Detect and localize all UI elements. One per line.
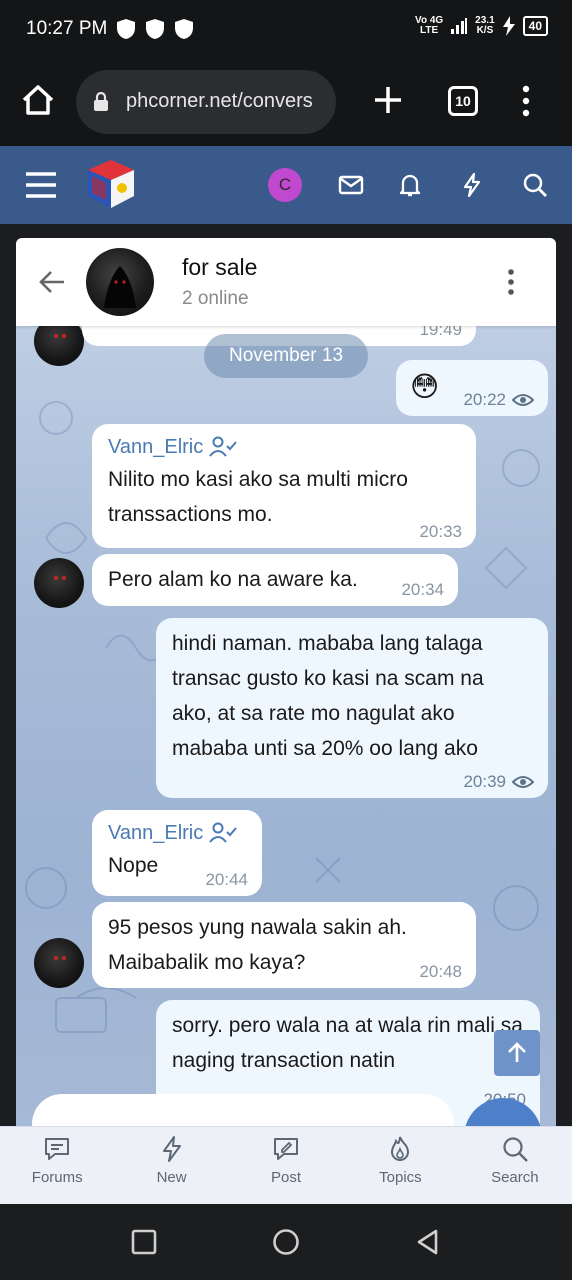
conversation-avatar[interactable] bbox=[86, 248, 154, 316]
status-bar: 10:27 PM Vo 4G LTE 23.1 K/S 40 bbox=[0, 0, 572, 58]
shield-icon bbox=[146, 19, 164, 39]
conversation-title: for sale bbox=[182, 254, 258, 280]
nav-label: Search bbox=[491, 1169, 539, 1186]
user-avatar[interactable]: C bbox=[268, 168, 302, 202]
message-meta: 20:22 bbox=[463, 390, 534, 410]
nav-post[interactable]: Post bbox=[229, 1127, 343, 1204]
post-icon bbox=[274, 1138, 299, 1160]
signal-icon bbox=[451, 18, 468, 34]
online-count: 2 online bbox=[182, 288, 249, 309]
nav-search[interactable]: Search bbox=[458, 1127, 572, 1204]
conversation-header: for sale 2 online bbox=[16, 238, 556, 326]
clock: 10:27 PM bbox=[26, 18, 108, 39]
address-bar[interactable]: phcorner.net/convers bbox=[76, 70, 336, 134]
lightning-icon bbox=[162, 1136, 181, 1162]
verified-user-icon bbox=[209, 436, 237, 457]
message-text: Pero alam ko na aware ka. bbox=[108, 568, 358, 591]
nav-label: New bbox=[156, 1169, 187, 1186]
message-text: 😳 bbox=[410, 371, 440, 402]
search-icon[interactable] bbox=[522, 172, 548, 198]
nav-forums[interactable]: Forums bbox=[0, 1127, 114, 1204]
nav-label: Post bbox=[271, 1169, 302, 1186]
bell-icon[interactable] bbox=[397, 172, 423, 198]
fire-icon bbox=[391, 1136, 410, 1161]
message-sender[interactable]: Vann_Elric bbox=[108, 818, 246, 848]
sender-avatar[interactable] bbox=[34, 558, 84, 608]
site-header: C bbox=[0, 146, 572, 224]
forums-icon bbox=[45, 1138, 70, 1160]
recents-icon[interactable] bbox=[130, 1228, 158, 1256]
url-text: phcorner.net/convers bbox=[126, 90, 313, 112]
message-bubble-incoming[interactable]: Vann_Elric Nilito mo kasi ako sa multi m… bbox=[92, 424, 476, 548]
new-tab-icon[interactable] bbox=[372, 84, 404, 116]
message-time: 20:33 bbox=[419, 522, 462, 541]
message-sender[interactable]: Vann_Elric bbox=[108, 432, 460, 462]
message-bubble-incoming[interactable]: Pero alam ko na aware ka. 20:34 bbox=[92, 554, 458, 606]
back-arrow-icon[interactable] bbox=[38, 268, 66, 296]
seen-eye-icon bbox=[512, 394, 534, 406]
message-bubble-incoming[interactable]: 95 pesos yung nawala sakin ah. Maibabali… bbox=[92, 902, 476, 988]
message-text: hindi naman. mababa lang talaga transac … bbox=[172, 632, 484, 760]
date-divider: November 13 bbox=[204, 334, 368, 378]
message-text: sorry. pero wala na at wala rin mali sa … bbox=[172, 1014, 523, 1072]
conversation-menu-icon[interactable] bbox=[506, 268, 516, 296]
search-icon bbox=[503, 1137, 528, 1162]
bottom-navigation: Forums New Post Topics Search bbox=[0, 1126, 572, 1204]
message-time: 20:34 bbox=[401, 580, 444, 599]
lock-icon bbox=[94, 92, 108, 111]
scroll-to-top-button[interactable] bbox=[494, 1030, 540, 1076]
back-triangle-icon[interactable] bbox=[414, 1228, 442, 1256]
lightning-icon[interactable] bbox=[459, 172, 485, 198]
message-time: 20:22 bbox=[463, 390, 506, 409]
home-circle-icon[interactable] bbox=[272, 1228, 300, 1256]
shield-icon bbox=[175, 19, 193, 39]
seen-eye-icon bbox=[512, 776, 534, 788]
network-speed: 23.1 K/S bbox=[475, 15, 495, 36]
battery-indicator: 40 bbox=[522, 16, 548, 36]
site-logo[interactable] bbox=[84, 156, 138, 212]
notification-icons bbox=[116, 18, 194, 40]
network-type: Vo 4G LTE bbox=[415, 15, 444, 36]
browser-toolbar: phcorner.net/convers 10 bbox=[0, 58, 572, 146]
sender-name[interactable]: Vann_Elric bbox=[108, 432, 203, 462]
android-navigation-bar bbox=[0, 1204, 572, 1280]
tab-switcher-button[interactable]: 10 bbox=[448, 86, 478, 116]
sender-avatar[interactable] bbox=[34, 938, 84, 988]
nav-label: Topics bbox=[379, 1169, 422, 1186]
message-bubble-outgoing[interactable]: hindi naman. mababa lang talaga transac … bbox=[156, 618, 548, 798]
message-text: 95 pesos yung nawala sakin ah. Maibabali… bbox=[108, 916, 407, 974]
message-bubble-outgoing[interactable]: 😳 20:22 bbox=[396, 360, 548, 416]
browser-menu-icon[interactable] bbox=[516, 84, 536, 118]
nav-label: Forums bbox=[31, 1169, 83, 1186]
message-time: 20:48 bbox=[419, 962, 462, 981]
sender-name[interactable]: Vann_Elric bbox=[108, 818, 203, 848]
message-time: 20:44 bbox=[205, 870, 248, 889]
nav-new[interactable]: New bbox=[114, 1127, 228, 1204]
message-text: Nilito mo kasi ako sa multi micro transs… bbox=[108, 468, 408, 526]
nav-topics[interactable]: Topics bbox=[343, 1127, 457, 1204]
charging-icon bbox=[502, 16, 515, 36]
hamburger-menu-icon[interactable] bbox=[24, 170, 58, 200]
shield-icon bbox=[117, 19, 135, 39]
arrow-up-icon bbox=[508, 1042, 526, 1062]
verified-user-icon bbox=[209, 822, 237, 843]
message-bubble-incoming[interactable]: Vann_Elric Nope 20:44 bbox=[92, 810, 262, 896]
chat-panel: for sale 2 online 19:49 November 13 😳 20… bbox=[16, 238, 556, 1128]
home-icon[interactable] bbox=[18, 80, 58, 120]
message-meta: 20:39 bbox=[463, 772, 534, 792]
system-status: Vo 4G LTE 23.1 K/S 40 bbox=[415, 16, 548, 36]
messages-icon[interactable] bbox=[338, 172, 364, 198]
message-time: 20:39 bbox=[463, 772, 506, 791]
